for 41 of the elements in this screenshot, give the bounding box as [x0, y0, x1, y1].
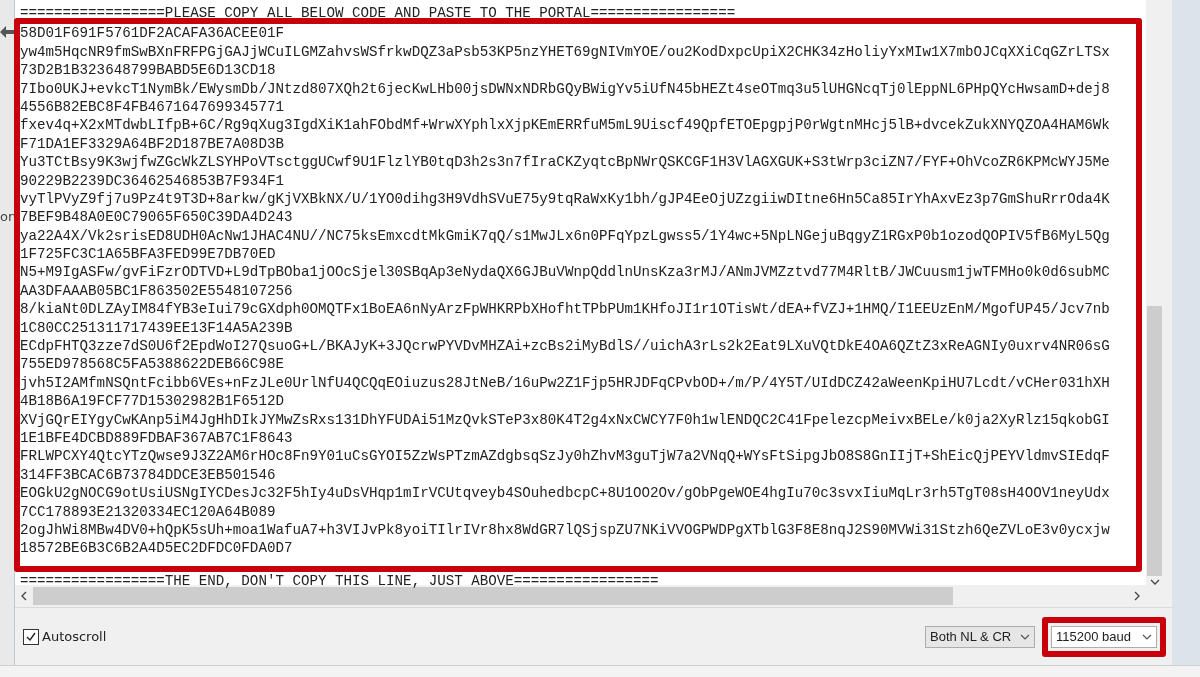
back-arrow-icon[interactable] [0, 26, 14, 38]
output-line: EOGkU2gNOCG9otUsiUSNgIYCDesJc32F5hIy4uDsVHqp1mIrVCUtqveyb4SOuhedbcpC+8U1OO2Ov/gObPgeWOE4hgIu70c3svxIiuMqLr3rh5TgT08sH4OOV1neyUdx [20, 484, 1111, 503]
output-line: 4B18B6A19FCF77D15302982B1F6512D [20, 392, 285, 411]
output-line: 1C80CC251311717439EE13F14A5A239B [20, 318, 294, 338]
output-line: yw4m5HqcNR9fmSwBXnFRFPGjGAJjWCuILGMZahvsWSfrkwDQZ3aPsb53KP5nzYHET69gNIVmYOE/ou2KodDxpcUpiX2CHK34zHoliyYxMIw1X7mbOJCqXXiCqGZrLTSx [20, 42, 1111, 62]
output-line: 7Ibo0UKJ+evkcT1NymBk/EWysmDb/JNtzd807XQh2t6jecKwLHb00jsDWNxNDRbGQyBWigYv5iUfN45bHEZt4seOTmq3u5lUHGNcqTj0lEppNL6PHpQYcHwsamD+dej8 [20, 79, 1111, 98]
output-line: jvh5I2AMfmNSQntFcibb6VEs+nFzJLe0UrlNfU4QCQqEOiuzus28JtNeB/16uPw2Z1Fjp5HRJDFqCPvbOD+/m/P/4Y5T/UIdDCZ42aWeenKpiHU7Lcdt/vCHer031hXH [20, 373, 1111, 393]
output-line: 58D01F691F5761DF2ACAFA36ACEE01F [20, 24, 285, 43]
output-line: =================THE END, DON'T COPY THIS LINE, JUST ABOVE================= [19, 572, 660, 591]
output-line: vyTlPVyZ9fj7u9Pz4t9T3D+8arkw/gKjVXBkNX/U/1YO0dihg3H9VdhSVuE75y9tqRaWxKy1bh/gJP4EeOjUZzgiiwDItne6Hn5Ca85IrYhAxvEz3p7GmShuRrrOda4K [20, 189, 1111, 209]
output-line: F71DA1EF3329A64BF2D187BE7A08D3B [20, 134, 285, 154]
line-ending-dropdown[interactable]: Both NL & CR [925, 625, 1035, 648]
output-line: 7CC178893E21320334EC120A64B089 [20, 502, 277, 521]
output-line: 73D2B1B323648799BABD5E6D13CD18 [20, 61, 277, 80]
output-line: Yu3TCtBsy9K3wjfwZGcWkZLSYHPoVTsctggUCwf9U1FlzlYB0tqD3h2s3n7fIraCKZyqtcBpNWrQSKCGF1H3VlAGXGUK+S3tWrp3ciZN7/FYF+OhVcoZR6KPMcWYJ5Me [20, 153, 1111, 172]
autoscroll-checkbox[interactable] [23, 628, 39, 645]
output-line: 2ogJhWi8MBw4DV0+hQpK5sUh+moa1WafuA7+h3VIJvPk8yoiTIlrIVr8hx8WdGR7lQSjspZU7NKiVVOGPWDPgXTblG3F8E8nqJ2S90MVWi31Stzh6QeZVLoE3v0ycxjw [20, 520, 1111, 540]
output-line: 8/kiaNt0DLZAyIM84fYB3eIui79cGXdph0OMQTFx1BoEA6nNyArzFpWHKRPbXHofhtTPbPUm1KHfoJI1r1OTisWt/dEA+fVZJ+1HMQ/I1EEUzEnM/MgofUP45/Jcv7nb [20, 300, 1111, 319]
output-line: 314FF3BCAC6B73784DDCE3EB501546 [20, 465, 277, 485]
output-line: 18572BE6B3C6B2A4D5EC2DFDC0FDA0D7 [20, 539, 294, 558]
output-line: XVjGQrEIYgyCwKAnp5iM4JgHhDIkJYMwZsRxs131DhYFUDAi51MzQvkSTeP3x80K4T2g4xNxCWCY7F0h1wlENDQC2C41FpelezcpMeivxBELe/k0ja2XyRlz15qkobGI [20, 410, 1111, 429]
output-line: 1F725FC3C1A65BFA3FED99E7DB70ED [20, 245, 277, 264]
output-line: AA3DFAAAB05BC1F863502E5548107256 [20, 281, 294, 301]
output-line: =================PLEASE COPY ALL BELOW CODE AND PASTE TO THE PORTAL================= [19, 4, 737, 23]
autoscroll-label: Autoscroll [42, 629, 107, 644]
output-line: FRLWPCXY4QtcYTzQwse9J3Z2AM6rHOc8Fn9Y01uCsGYOI5ZzWsPTzmAZdgbsqSzJy0hZhvM3guTjW7a2VNqQ+WYsFtSipgJbO8S8GnIIjT+ShEicQjPEYVldmvSIEdqF [20, 447, 1111, 466]
output-line: fxev4q+X2xMTdwbLIfpB+6C/Rg9qXug3IgdXiK1ahFObdMf+WrwXYphlxXjpKEmERRfuM5mL9Uiscf49QpfETOEpgpjP0rWgtnMHcj5lB+dvcekZukXNYQZOA4HAM6Wk [20, 116, 1111, 135]
scroll-left-icon[interactable] [21, 591, 27, 601]
output-line: N5+M9IgASFw/gvFiFzrODTVD+L9dTpBOba1jOOcSjel30SBqAp3eNydaQX6GJBuVWnpQddlnUnsKza3rMJ/ANmJVMZztvd77M4RltB/JWCuusm1jwTFMHo0k0d6subMC [20, 263, 1111, 282]
scroll-right-icon[interactable] [1134, 591, 1140, 601]
output-line: 755ED978568C5FA5388622DEB66C98E [20, 355, 285, 374]
output-line: ya22A4X/Vk2srisED8UDH0AcNw1JHAC4NU//NC75ksEmxcdtMkGmiK7qQ/s1MwJLx6n0PFqYpzLgwss5/1Y4wc+5NpLNGejuBqgyZ1RGxP0b1ozodQOPIV5fB6MyL5Qg [20, 226, 1111, 246]
baud-rate-dropdown[interactable]: 115200 baud [1051, 625, 1157, 648]
caret-icon [1142, 633, 1152, 640]
output-line: 90229B2239DC36462546853B7F934F1 [20, 171, 285, 190]
output-line: ECdpFHTQ3zze7dS0U6f2EpdWoI27QsuoG+L/BKAJyK+3JQcrwPYVDvMHZAi+zcBs2iMyBdlS//uichA3rLs2k2Eat9LXuVQtDkE4OA6QZtZ3xReAGNIy0uxrv4NR06sG [20, 337, 1111, 356]
caret-icon [1020, 633, 1030, 640]
scroll-down-icon[interactable] [1149, 579, 1160, 585]
output-line: 7BEF9B48A0E0C79065F650C39DA4D243 [20, 208, 294, 227]
output-line: 1E1BFE4DCBD889FDBAF367AB7C1F8643 [20, 429, 294, 448]
output-line: 4556B82EBC8F4FB4671647699345771 [20, 97, 285, 117]
